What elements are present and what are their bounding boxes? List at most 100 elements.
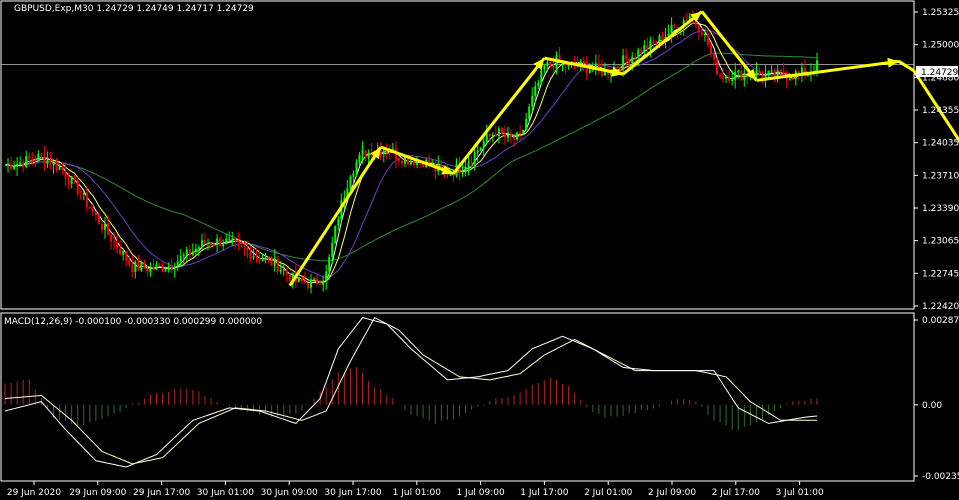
candle-body [637, 49, 640, 58]
candle-body [788, 78, 791, 81]
candle-body [61, 166, 64, 172]
candle-body [182, 254, 185, 257]
candle-body [122, 251, 125, 255]
time-tick-label: 2 Jul 09:00 [648, 488, 697, 498]
candle-body [170, 266, 173, 270]
time-tick-label: 1 Jul 09:00 [456, 488, 505, 498]
symbol-info: GBPUSD,Exp,M30 1.24729 1.24749 1.24717 1… [14, 4, 254, 14]
candle-body [134, 261, 137, 273]
candle-body [73, 176, 76, 180]
candle-body [107, 223, 110, 235]
trend-line [898, 60, 915, 73]
candle-body [479, 147, 482, 151]
candle-body [34, 160, 37, 162]
candle-body [13, 166, 16, 169]
candle-body [494, 134, 497, 137]
candle-body [355, 162, 358, 174]
candle-body [282, 269, 285, 271]
candle-body [485, 133, 488, 142]
price-tick-label: 1.23065 [922, 237, 959, 247]
candle-body [297, 277, 300, 283]
chart-canvas: 1.253251.250001.246801.243551.240351.237… [0, 0, 959, 498]
candle-body [91, 208, 94, 212]
macd-tick-label: -0.00235 [922, 472, 959, 482]
candle-body [528, 106, 531, 120]
price-tick-label: 1.23710 [922, 171, 959, 181]
candle-body [52, 161, 55, 166]
candle-body [210, 242, 213, 245]
candle-body [552, 65, 555, 69]
candle-body [685, 20, 688, 22]
candle-body [588, 69, 591, 73]
candle-body [158, 264, 161, 266]
ma-slow-line [4, 29, 818, 278]
candle-body [646, 45, 649, 50]
candle-body [467, 162, 470, 167]
candle-body [797, 71, 800, 73]
candle-body [461, 171, 464, 174]
candle-body [103, 223, 106, 230]
candle-body [110, 234, 113, 242]
price-tick-label: 1.23390 [922, 204, 959, 214]
candle-body [270, 258, 273, 266]
candle-body [203, 240, 206, 243]
candle-body [728, 76, 731, 82]
candle-body [640, 49, 643, 54]
candle-body [643, 45, 646, 54]
candle-body [700, 32, 703, 36]
candle-body [185, 249, 188, 255]
macd-lines [4, 317, 818, 468]
candle-body [706, 33, 709, 45]
candle-body [131, 264, 134, 273]
candle-body [616, 66, 619, 68]
candle-body [622, 55, 625, 70]
candle-body [531, 95, 534, 107]
candle-body [58, 166, 61, 170]
candle-body [709, 44, 712, 54]
candle-body [10, 163, 13, 169]
macd-histogram [4, 367, 818, 430]
candle-body [628, 59, 631, 63]
candles [7, 10, 819, 294]
candle-body [161, 265, 164, 272]
signal-line [4, 317, 817, 465]
candle-body [222, 244, 225, 247]
trend-line [452, 57, 546, 175]
candle-body [43, 154, 46, 164]
candle-body [116, 241, 119, 249]
candle-body [37, 153, 40, 162]
candle-body [322, 280, 325, 285]
candle-body [137, 261, 140, 271]
candle-body [543, 65, 546, 70]
candle-body [491, 134, 494, 137]
candle-body [249, 250, 252, 259]
candle-body [779, 70, 782, 72]
price-tick-label: 1.22420 [922, 302, 959, 312]
candle-body [697, 25, 700, 33]
time-axis: 29 Jun 2020 29 Jun 09:00 29 Jun 17:00 30 Ju… [7, 481, 824, 498]
candle-body [731, 79, 734, 82]
candle-body [631, 56, 634, 63]
candle-body [76, 179, 79, 195]
candle-body [97, 214, 100, 224]
candle-body [258, 257, 261, 261]
candle-body [246, 247, 249, 251]
candle-body [713, 53, 716, 60]
candle-body [464, 166, 467, 172]
candle-body [176, 261, 179, 268]
candle-body [231, 238, 234, 240]
candle-body [46, 160, 49, 164]
macd-panel-border [0, 312, 915, 482]
candle-body [155, 264, 158, 270]
price-tick-label: 1.22745 [922, 269, 959, 279]
price-tick-label: 1.24035 [922, 139, 959, 149]
candle-body [703, 33, 706, 36]
candle-body [397, 159, 400, 161]
candle-body [737, 70, 740, 73]
candle-body [658, 35, 661, 44]
candle-body [188, 249, 191, 256]
candle-body [734, 72, 737, 80]
candle-body [367, 152, 370, 158]
candle-body [140, 262, 143, 271]
candle-body [352, 173, 355, 177]
